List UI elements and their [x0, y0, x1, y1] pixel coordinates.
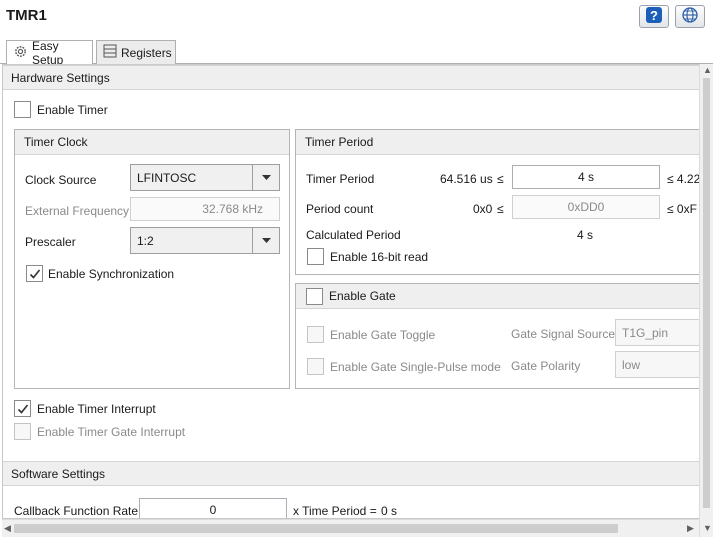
period-count-max: ≤ 0xF	[667, 202, 697, 216]
enable-gate-interrupt-checkbox[interactable]	[14, 423, 31, 440]
tab-registers[interactable]: Registers	[96, 40, 176, 64]
timer-period-label: Timer Period	[306, 172, 375, 186]
timer-period-header: Timer Period	[296, 130, 699, 155]
gate-polarity-select[interactable]: low	[615, 351, 699, 378]
svg-text:?: ?	[650, 8, 658, 23]
gate-header: Enable Gate	[296, 284, 699, 309]
scroll-down-icon[interactable]: ▼	[703, 523, 712, 533]
timer-clock-group: Timer Clock Clock Source LFINTOSC Extern…	[14, 129, 290, 389]
callback-rate-input[interactable]: 0	[139, 498, 287, 518]
tab-easy-setup[interactable]: Easy Setup	[6, 39, 93, 67]
callback-result-value: 0 s	[381, 504, 398, 518]
vertical-scrollbar[interactable]: ▲ ▼	[699, 64, 713, 537]
gate-signal-source-label: Gate Signal Source	[511, 327, 616, 341]
enable-sync-label: Enable Synchronization	[48, 267, 175, 281]
callback-suffix-label: x Time Period =	[293, 504, 377, 518]
tab-strip: Easy Setup Registers	[0, 38, 713, 67]
horizontal-scroll-thumb[interactable]	[14, 524, 618, 533]
timer-period-input[interactable]: 4 s	[512, 165, 660, 189]
enable-timer-interrupt-checkbox[interactable]	[14, 400, 31, 417]
page-title: TMR1	[6, 7, 47, 24]
enable-timer-interrupt-label: Enable Timer Interrupt	[37, 402, 156, 416]
enable-16bit-read-label: Enable 16-bit read	[330, 250, 429, 264]
tab-label: Easy Setup	[32, 39, 64, 67]
horizontal-scrollbar[interactable]: ◀ ▶	[2, 519, 699, 537]
gate-single-pulse-label: Enable Gate Single-Pulse mode	[330, 360, 501, 374]
scroll-left-icon[interactable]: ◀	[4, 523, 11, 534]
timer-period-min: 64.516 us	[440, 172, 493, 186]
callback-rate-label: Callback Function Rate	[14, 504, 139, 518]
timer-period-group: Timer Period Timer Period 64.516 us ≤ 4 …	[295, 129, 699, 275]
enable-timer-label: Enable Timer	[37, 103, 108, 117]
help-icon: ?	[645, 6, 663, 27]
gate-toggle-checkbox[interactable]	[307, 326, 324, 343]
clock-source-select[interactable]: LFINTOSC	[130, 164, 280, 191]
enable-sync-checkbox[interactable]	[26, 265, 43, 282]
calculated-period-label: Calculated Period	[306, 228, 401, 242]
scroll-right-icon[interactable]: ▶	[687, 523, 694, 534]
prescaler-label: Prescaler	[25, 235, 76, 249]
tab-label: Registers	[121, 45, 172, 60]
external-frequency-label: External Frequency	[25, 204, 130, 218]
vertical-scroll-thumb[interactable]	[703, 78, 710, 508]
checkmark-icon	[29, 269, 40, 279]
gate-single-pulse-checkbox[interactable]	[307, 358, 324, 375]
prescaler-select[interactable]: 1:2	[130, 227, 280, 254]
gear-icon	[13, 44, 28, 62]
chevron-down-icon	[252, 165, 279, 190]
globe-icon	[681, 6, 699, 27]
enable-gate-interrupt-label: Enable Timer Gate Interrupt	[37, 425, 186, 439]
gate-polarity-value: low	[622, 357, 641, 372]
timer-clock-header: Timer Clock	[15, 130, 289, 155]
checkmark-icon	[17, 404, 28, 414]
timer-period-max: ≤ 4.22	[667, 172, 699, 186]
registers-icon	[103, 44, 117, 61]
gate-signal-source-select[interactable]: T1G_pin	[615, 319, 699, 346]
clock-source-value: LFINTOSC	[137, 170, 197, 185]
gate-polarity-label: Gate Polarity	[511, 359, 581, 373]
timer-period-le: ≤	[497, 172, 504, 186]
software-settings-header: Software Settings	[3, 461, 699, 486]
help-button[interactable]: ?	[639, 5, 669, 28]
scroll-up-icon[interactable]: ▲	[703, 65, 712, 75]
period-count-label: Period count	[306, 202, 374, 216]
chevron-down-icon	[252, 228, 279, 253]
gate-group: Enable Gate Enable Gate Toggle Enable Ga…	[295, 283, 699, 389]
gate-signal-source-value: T1G_pin	[622, 325, 669, 340]
calculated-period-value: 4 s	[577, 228, 594, 242]
enable-16bit-read-checkbox[interactable]	[307, 248, 324, 265]
enable-gate-checkbox[interactable]	[306, 288, 323, 305]
enable-timer-checkbox[interactable]	[14, 101, 31, 118]
period-count-le: ≤	[497, 202, 504, 216]
period-count-min: 0x0	[473, 202, 493, 216]
period-count-field[interactable]: 0xDD0	[512, 195, 660, 219]
external-frequency-field[interactable]: 32.768 kHz	[130, 197, 280, 221]
clock-source-label: Clock Source	[25, 173, 97, 187]
easy-setup-panel: Hardware Settings Enable Timer Timer Clo…	[2, 64, 699, 519]
hardware-settings-header: Hardware Settings	[3, 65, 699, 90]
gate-toggle-label: Enable Gate Toggle	[330, 328, 436, 342]
globe-button[interactable]	[675, 5, 705, 28]
prescaler-value: 1:2	[137, 233, 154, 248]
